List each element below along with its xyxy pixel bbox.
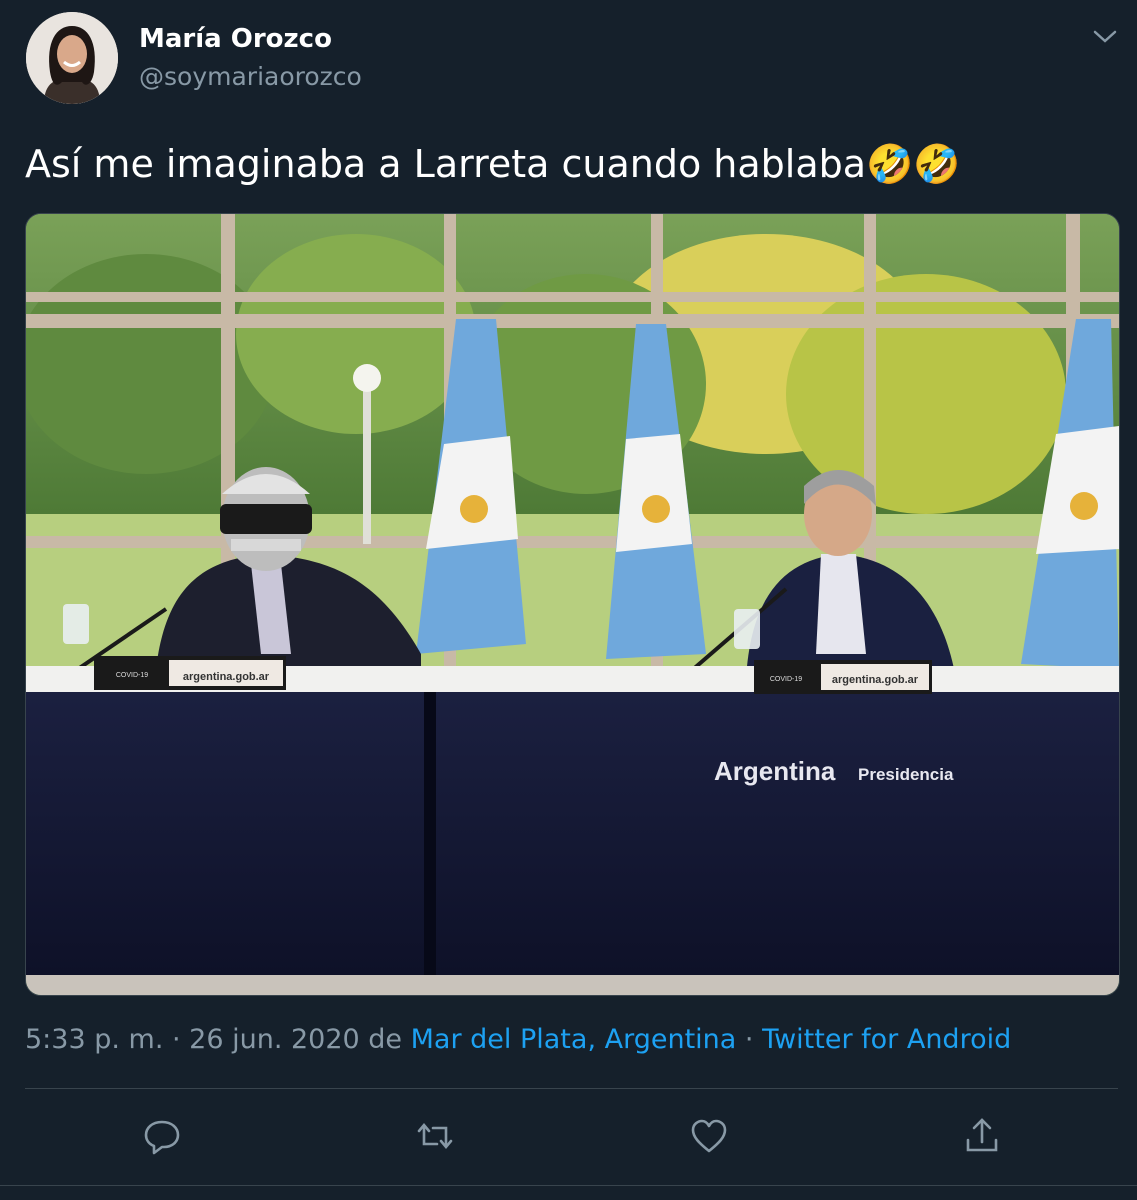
tweet-meta: 5:33 p. m. · 26 jun. 2020 de Mar del Pla…: [25, 1024, 1011, 1055]
placard-left-small: COVID-19: [116, 672, 148, 679]
action-bar: [0, 1110, 1137, 1160]
bottom-divider: [0, 1185, 1137, 1186]
like-button[interactable]: [689, 1116, 729, 1156]
chevron-down-icon[interactable]: [1090, 24, 1120, 48]
meta-from: de: [359, 1024, 411, 1055]
tweet-media[interactable]: argentina.gob.ar COVID-19 argentina.gob.…: [25, 213, 1120, 996]
like-icon: [691, 1119, 727, 1153]
share-icon: [966, 1118, 998, 1152]
banner-sub-text: Presidencia: [858, 765, 954, 784]
share-button[interactable]: [962, 1116, 1002, 1156]
placard-right-text: argentina.gob.ar: [832, 674, 919, 686]
avatar[interactable]: [26, 12, 118, 104]
tweet-source-link[interactable]: Twitter for Android: [762, 1024, 1011, 1055]
tweet-location-link[interactable]: Mar del Plata, Argentina: [411, 1024, 737, 1055]
tweet-time[interactable]: 5:33 p. m.: [25, 1024, 163, 1055]
banner-main-text: Argentina: [714, 756, 836, 786]
retweet-icon: [417, 1122, 453, 1150]
media-photo: argentina.gob.ar COVID-19 argentina.gob.…: [26, 214, 1119, 995]
meta-separator: ·: [736, 1024, 763, 1055]
placard-left-text: argentina.gob.ar: [183, 671, 270, 683]
retweet-button[interactable]: [415, 1116, 455, 1156]
reply-icon: [144, 1120, 180, 1155]
avatar-image: [26, 12, 118, 104]
placard-right: argentina.gob.ar COVID-19: [754, 660, 932, 694]
divider: [25, 1088, 1118, 1089]
meta-separator: ·: [163, 1024, 190, 1055]
placard-right-small: COVID-19: [770, 676, 802, 683]
author-handle[interactable]: @soymariaorozco: [139, 62, 362, 91]
tweet-text: Así me imaginaba a Larreta cuando hablab…: [25, 142, 961, 186]
reply-button[interactable]: [142, 1116, 182, 1156]
author-name[interactable]: María Orozco: [139, 24, 332, 54]
placard-left: argentina.gob.ar COVID-19: [94, 656, 286, 690]
tweet-date[interactable]: 26 jun. 2020: [189, 1024, 360, 1055]
